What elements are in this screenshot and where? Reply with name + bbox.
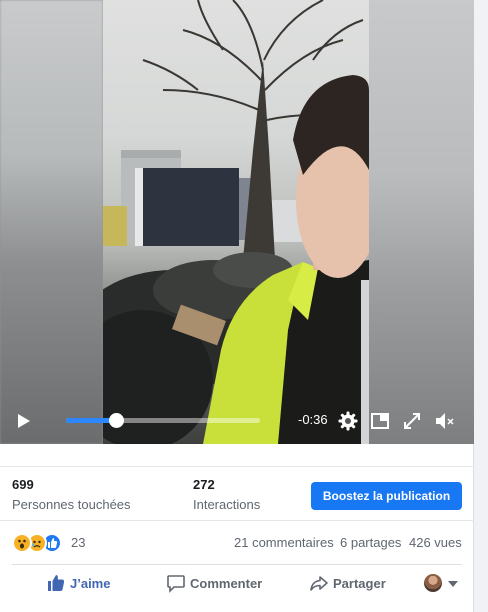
engagement-label: Interactions bbox=[193, 497, 261, 512]
seek-handle[interactable] bbox=[109, 413, 125, 428]
post-insights: 699 Personnes touchées 272 Interactions … bbox=[0, 466, 474, 520]
post-actions: J’aime Commenter Partager bbox=[12, 564, 462, 600]
reach-value: 699 bbox=[12, 477, 34, 492]
page-identity-selector[interactable] bbox=[424, 573, 462, 593]
comment-button[interactable]: Commenter bbox=[166, 573, 276, 593]
video-frame[interactable] bbox=[103, 0, 369, 444]
video-controls: -0:36 bbox=[0, 400, 474, 444]
engagement-stat[interactable]: 272 Interactions bbox=[193, 477, 260, 512]
fullscreen-button[interactable] bbox=[401, 410, 423, 432]
video-player[interactable]: -0:36 bbox=[0, 0, 474, 444]
like-button[interactable]: J’aime bbox=[46, 573, 126, 593]
reactions-bar: 23 21 commentaires 6 partages 426 vues bbox=[0, 520, 474, 564]
share-button[interactable]: Partager bbox=[309, 573, 409, 593]
chevron-down-icon bbox=[448, 581, 458, 587]
play-icon bbox=[18, 414, 30, 428]
seek-bar[interactable] bbox=[66, 413, 260, 428]
thumbs-up-icon bbox=[48, 575, 65, 591]
reach-stat[interactable]: 699 Personnes touchées bbox=[12, 477, 131, 512]
page-background bbox=[474, 0, 488, 612]
boost-post-button[interactable]: Boostez la publication bbox=[311, 482, 462, 510]
pip-button[interactable] bbox=[369, 410, 391, 432]
wow-icon bbox=[12, 533, 32, 553]
play-button[interactable] bbox=[12, 410, 34, 432]
post-card: -0:36 699 Personnes touchées 272 Interac… bbox=[0, 0, 474, 612]
engagement-value: 272 bbox=[193, 477, 215, 492]
video-frame-image bbox=[103, 0, 369, 444]
gear-icon bbox=[338, 411, 358, 431]
mute-button[interactable] bbox=[433, 410, 455, 432]
settings-button[interactable] bbox=[337, 410, 359, 432]
reaction-icons[interactable] bbox=[12, 533, 72, 553]
video-blur-right bbox=[369, 0, 474, 444]
reach-label: Personnes touchées bbox=[12, 497, 131, 512]
expand-icon bbox=[404, 413, 420, 429]
avatar bbox=[424, 574, 442, 592]
speaker-muted-icon bbox=[436, 413, 454, 429]
picture-in-picture-icon bbox=[371, 413, 389, 429]
share-arrow-icon bbox=[310, 576, 328, 591]
video-blur-left bbox=[0, 0, 103, 444]
share-label: Partager bbox=[333, 576, 386, 591]
speech-bubble-icon bbox=[167, 575, 185, 593]
comments-count[interactable]: 21 commentaires bbox=[234, 535, 334, 550]
time-remaining: -0:36 bbox=[298, 412, 328, 427]
views-count[interactable]: 426 vues bbox=[409, 535, 462, 550]
shares-count[interactable]: 6 partages bbox=[340, 535, 401, 550]
reaction-count[interactable]: 23 bbox=[71, 535, 85, 550]
like-label: J’aime bbox=[70, 576, 111, 591]
comment-label: Commenter bbox=[190, 576, 263, 591]
